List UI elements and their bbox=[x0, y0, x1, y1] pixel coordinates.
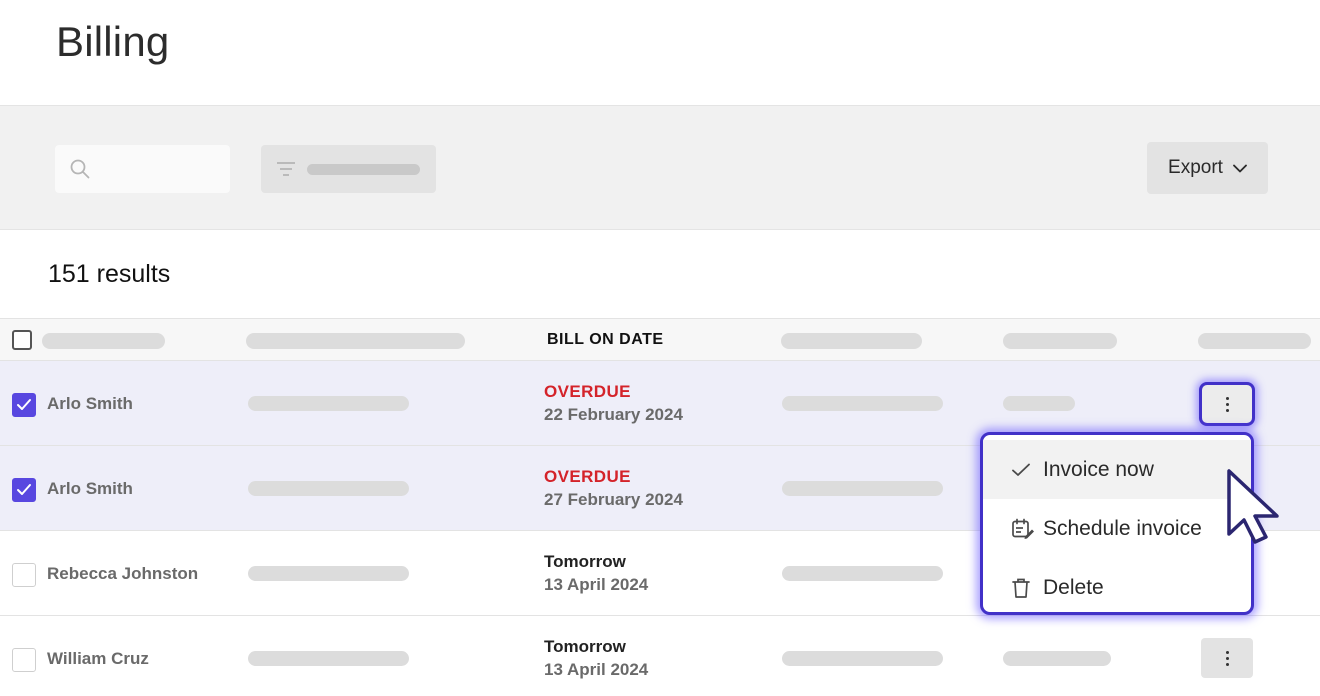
mouse-pointer-icon bbox=[1227, 469, 1279, 544]
menu-item-label: Schedule invoice bbox=[1043, 516, 1202, 540]
customer-name: William Cruz bbox=[47, 649, 149, 668]
customer-name: Rebecca Johnston bbox=[47, 564, 199, 583]
menu-item-invoice-now[interactable]: Invoice now bbox=[983, 440, 1251, 499]
cell-placeholder bbox=[782, 566, 943, 581]
bill-date: 13 April 2024 bbox=[544, 575, 649, 594]
bill-date: 27 February 2024 bbox=[544, 490, 683, 509]
page-title: Billing bbox=[56, 18, 170, 65]
bill-date: 13 April 2024 bbox=[544, 660, 649, 679]
cell-placeholder bbox=[1003, 651, 1111, 666]
chevron-down-icon bbox=[1233, 164, 1247, 172]
table-header: BILL ON DATE bbox=[0, 318, 1320, 361]
menu-item-schedule-invoice[interactable]: Schedule invoice bbox=[983, 499, 1251, 558]
check-icon bbox=[1012, 463, 1030, 476]
calendar-edit-icon bbox=[1012, 518, 1034, 539]
column-header-placeholder bbox=[1198, 333, 1311, 349]
row-checkbox[interactable] bbox=[12, 478, 36, 502]
cell-placeholder bbox=[1003, 396, 1075, 411]
row-actions-button[interactable] bbox=[1201, 638, 1253, 678]
cell-placeholder bbox=[248, 396, 409, 411]
row-actions-menu: Invoice now Schedule invoice Delete bbox=[980, 432, 1254, 615]
select-all-checkbox[interactable] bbox=[12, 330, 32, 350]
trash-icon bbox=[1012, 578, 1030, 598]
filter-icon bbox=[277, 162, 295, 176]
bill-status: OVERDUE bbox=[544, 382, 631, 401]
column-header-placeholder bbox=[42, 333, 165, 349]
cell-placeholder bbox=[782, 651, 943, 666]
column-header-placeholder bbox=[1003, 333, 1117, 349]
customer-name: Arlo Smith bbox=[47, 394, 133, 413]
bill-status: Tomorrow bbox=[544, 637, 626, 656]
column-header-placeholder bbox=[781, 333, 922, 349]
search-input[interactable] bbox=[55, 145, 230, 193]
bill-date: 22 February 2024 bbox=[544, 405, 683, 424]
cell-placeholder bbox=[248, 566, 409, 581]
cell-placeholder bbox=[248, 481, 409, 496]
toolbar: Export bbox=[0, 105, 1320, 230]
cell-placeholder bbox=[782, 481, 943, 496]
export-label: Export bbox=[1168, 157, 1223, 178]
menu-item-label: Delete bbox=[1043, 575, 1104, 599]
bill-on-date-header[interactable]: BILL ON DATE bbox=[547, 331, 664, 349]
row-checkbox[interactable] bbox=[12, 393, 36, 417]
filter-placeholder bbox=[307, 164, 420, 175]
menu-item-delete[interactable]: Delete bbox=[983, 558, 1251, 612]
row-checkbox[interactable] bbox=[12, 648, 36, 672]
export-button[interactable]: Export bbox=[1147, 142, 1268, 194]
filter-button[interactable] bbox=[261, 145, 436, 193]
more-vertical-icon bbox=[1225, 650, 1229, 666]
row-actions-button[interactable] bbox=[1199, 382, 1255, 426]
customer-name: Arlo Smith bbox=[47, 479, 133, 498]
checkmark-icon bbox=[17, 484, 31, 495]
checkmark-icon bbox=[17, 399, 31, 410]
row-checkbox[interactable] bbox=[12, 563, 36, 587]
menu-item-label: Invoice now bbox=[1043, 457, 1154, 481]
results-count: 151 results bbox=[48, 260, 171, 288]
more-vertical-icon bbox=[1225, 396, 1229, 412]
cell-placeholder bbox=[248, 651, 409, 666]
bill-status: Tomorrow bbox=[544, 552, 626, 571]
search-icon bbox=[70, 159, 90, 179]
bill-status: OVERDUE bbox=[544, 467, 631, 486]
column-header-placeholder bbox=[246, 333, 465, 349]
cell-placeholder bbox=[782, 396, 943, 411]
table-row[interactable]: William Cruz Tomorrow 13 April 2024 bbox=[0, 616, 1320, 696]
